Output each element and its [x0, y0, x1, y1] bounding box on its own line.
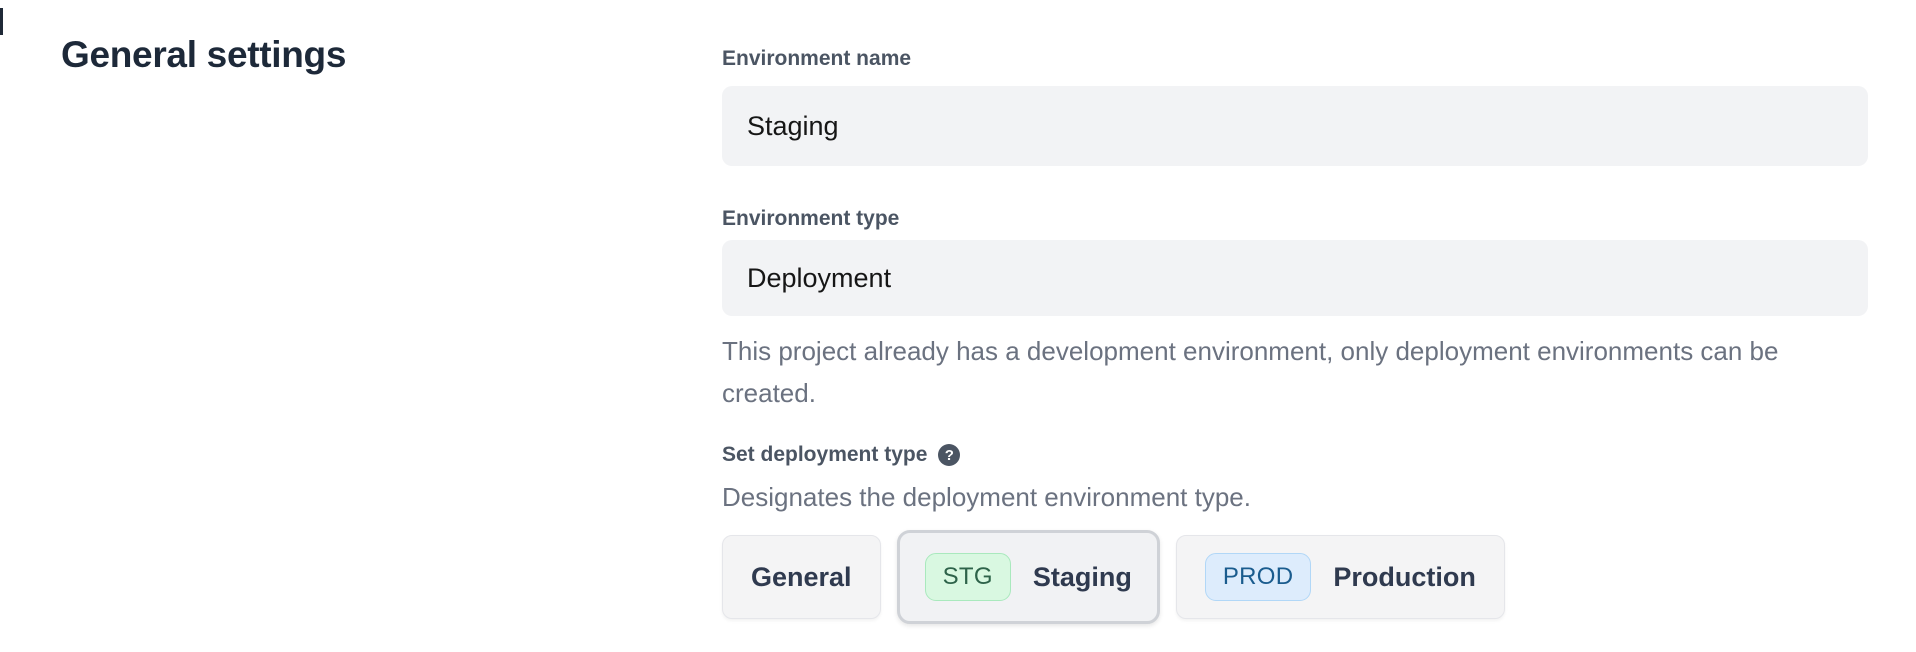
page-title: General settings	[61, 34, 346, 76]
deployment-type-description: Designates the deployment environment ty…	[722, 480, 1868, 514]
deployment-type-options: General STG Staging PROD Production	[722, 530, 1868, 624]
environment-type-label: Environment type	[722, 206, 1868, 232]
environment-type-input[interactable]	[722, 240, 1868, 316]
environment-name-input[interactable]	[722, 86, 1868, 166]
staging-badge: STG	[925, 553, 1011, 601]
deployment-type-option-staging[interactable]: STG Staging	[897, 530, 1160, 624]
option-label: Production	[1333, 562, 1476, 593]
deployment-type-option-production[interactable]: PROD Production	[1176, 535, 1505, 619]
production-badge: PROD	[1205, 553, 1312, 601]
deployment-type-option-general[interactable]: General	[722, 535, 881, 619]
settings-form: Environment name Environment type This p…	[722, 0, 1868, 624]
option-label: General	[751, 562, 852, 593]
option-label: Staging	[1033, 562, 1132, 593]
question-mark-icon[interactable]: ?	[938, 444, 960, 466]
deployment-type-label-row: Set deployment type ?	[722, 442, 1868, 468]
deployment-type-label: Set deployment type	[722, 442, 927, 468]
environment-name-label: Environment name	[722, 46, 1868, 72]
left-edge-sliver	[0, 8, 3, 35]
environment-type-help-text: This project already has a development e…	[722, 330, 1868, 414]
